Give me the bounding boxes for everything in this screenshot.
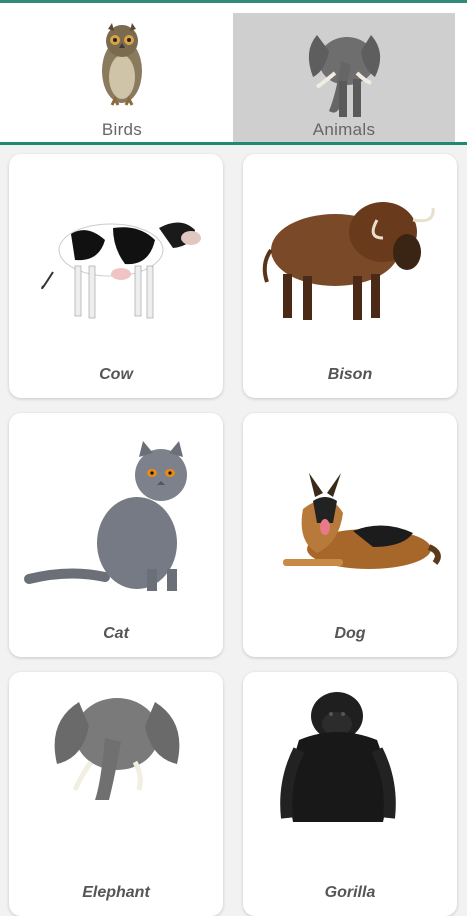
animal-card-gorilla[interactable]: Gorilla [243,672,457,916]
owl-icon [102,23,142,106]
animal-name-cat: Cat [103,625,129,642]
tab-label-animals: Animals [312,120,376,139]
animal-name-gorilla: Gorilla [324,884,376,901]
animal-name-dog: Dog [334,625,366,642]
animal-card-cat[interactable]: Cat [9,413,223,657]
dog-image [283,473,441,569]
top-accent-line [0,0,467,3]
animal-card-dog[interactable]: Dog [243,413,457,657]
animal-card-cow[interactable]: Cow [9,154,223,398]
animal-name-cow: Cow [99,366,133,383]
tab-bar: Birds Animals [0,0,467,145]
tab-animals[interactable]: Animals [233,13,455,142]
animal-card-bison[interactable]: Bison [243,154,457,398]
elephant-icon [308,35,381,117]
cat-image [24,441,187,591]
animal-name-bison: Bison [327,366,373,383]
gorilla-image [280,692,396,822]
animal-grid: Cow Bison Cat Dog Elephant Gorilla [0,145,467,916]
elephant-image [54,698,180,800]
animal-card-elephant[interactable]: Elephant [9,672,223,916]
tab-label-birds: Birds [101,120,143,139]
cow-image [41,222,201,319]
animal-name-elephant: Elephant [82,884,150,901]
tab-birds[interactable]: Birds [11,13,233,142]
bison-image [262,202,435,320]
